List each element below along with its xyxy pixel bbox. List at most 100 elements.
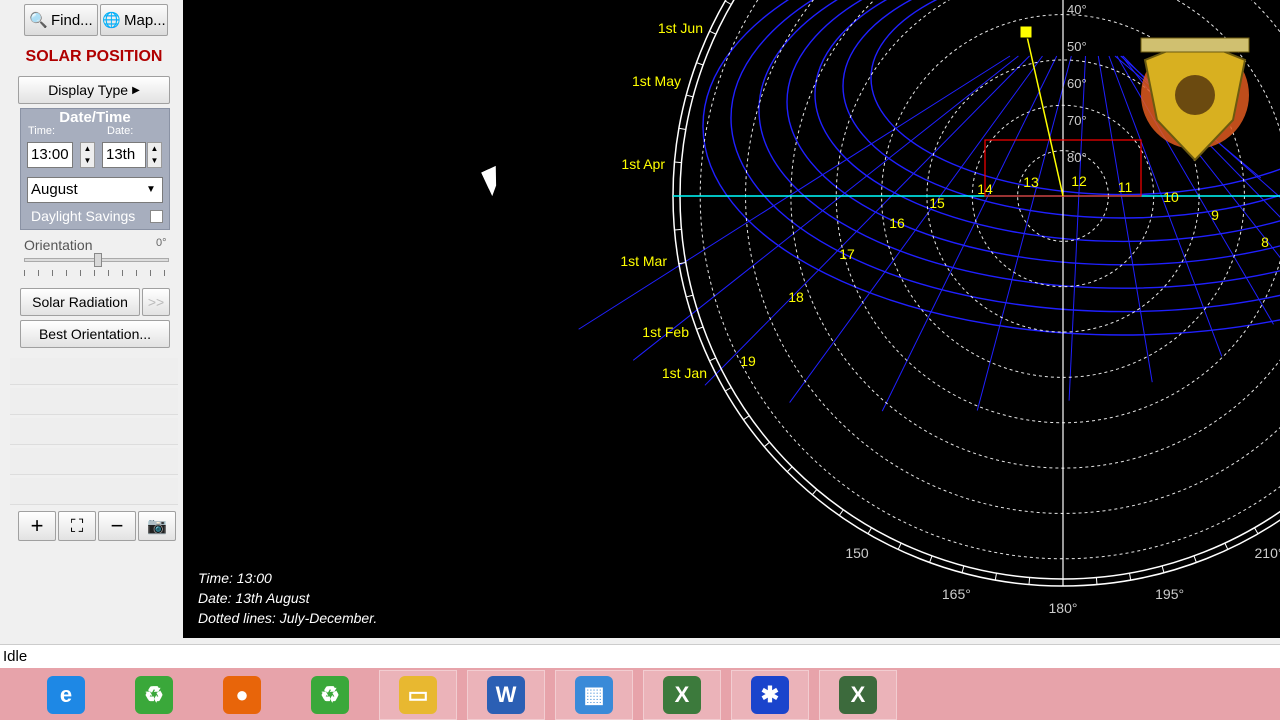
azimuth-tick — [725, 0, 732, 5]
hour-label: 13 — [1023, 174, 1039, 190]
slider-ticks — [24, 270, 169, 276]
fit-view-button[interactable]: ⛶ — [58, 511, 96, 541]
azimuth-tick — [674, 161, 682, 164]
sun-path-canvas[interactable]: 270°255°240°225°210°195°180°165°15028540… — [183, 0, 1280, 638]
collapsed-section[interactable] — [10, 448, 178, 475]
hour-line — [789, 55, 1043, 403]
arrow-down-icon[interactable]: ▼ — [148, 155, 161, 167]
azimuth-tick — [763, 441, 770, 448]
arrow-up-icon[interactable]: ▲ — [81, 143, 94, 155]
hour-line — [704, 55, 1030, 386]
hour-line — [881, 55, 1058, 412]
azimuth-tick — [686, 94, 694, 98]
hour-label: 9 — [1211, 207, 1219, 223]
plus-icon: + — [30, 513, 44, 538]
taskbar-button[interactable]: W — [467, 670, 545, 720]
zoom-in-button[interactable]: + — [18, 511, 56, 541]
orientation-slider[interactable] — [24, 253, 169, 267]
month-label: 1st Jan — [662, 365, 707, 381]
emblem-logo — [1140, 37, 1250, 162]
month-label: 1st Feb — [642, 324, 689, 340]
globe-icon: 🌐 — [102, 12, 121, 29]
azimuth-tick — [1161, 565, 1165, 573]
sun-path-diagram: 270°255°240°225°210°195°180°165°15028540… — [578, 0, 1280, 616]
altitude-label: 40° — [1067, 2, 1087, 17]
status-bar: Idle — [0, 644, 1280, 668]
azimuth-tick — [786, 466, 793, 473]
panel-title: SOLAR POSITION — [25, 48, 163, 65]
time-field[interactable]: 13:00 — [27, 142, 73, 168]
azimuth-tick — [929, 555, 933, 563]
status-text: Idle — [3, 648, 28, 665]
date-field[interactable]: 13th — [102, 142, 146, 168]
altitude-label: 70° — [1067, 113, 1087, 128]
left-panel: 🔍 Find... 🌐 Map... SOLAR POSITION Displa… — [0, 0, 183, 645]
recorder-icon: X — [839, 676, 877, 714]
map-app-icon: ✱ — [751, 676, 789, 714]
taskbar-button[interactable]: ♻ — [115, 670, 193, 720]
azimuth-tick — [709, 30, 717, 35]
collapsed-section[interactable] — [10, 478, 178, 505]
azimuth-tick — [678, 127, 686, 130]
month-select[interactable]: August ▼ — [27, 177, 163, 203]
month-label: 1st May — [632, 73, 681, 89]
month-label: 1st Jun — [658, 20, 703, 36]
firefox-icon: ● — [223, 676, 261, 714]
taskbar-button[interactable]: X — [819, 670, 897, 720]
time-stepper[interactable]: ▲ ▼ — [80, 142, 95, 168]
hour-label: 10 — [1163, 189, 1179, 205]
azimuth-tick — [725, 387, 732, 392]
azimuth-label: 150 — [845, 545, 869, 561]
sun-vector — [1025, 31, 1064, 197]
taskbar-button[interactable]: ● — [203, 670, 281, 720]
daylight-savings-checkbox[interactable] — [150, 210, 163, 223]
taskbar-button[interactable]: ♻ — [291, 670, 369, 720]
best-orientation-button[interactable]: Best Orientation... — [20, 320, 170, 348]
display-type-button[interactable]: Display Type ▶ — [18, 76, 170, 104]
arrow-down-icon[interactable]: ▼ — [81, 155, 94, 167]
azimuth-tick — [696, 62, 704, 66]
time-caption: Time: — [28, 125, 56, 137]
taskbar-button[interactable]: ▭ — [379, 670, 457, 720]
taskbar-button[interactable]: X — [643, 670, 721, 720]
taskbar-button[interactable]: ▦ — [555, 670, 633, 720]
more-button[interactable]: >> — [142, 288, 170, 316]
triangle-right-icon: ▶ — [132, 84, 140, 96]
collapsed-section[interactable] — [10, 418, 178, 445]
taskbar-button[interactable]: e — [27, 670, 105, 720]
hour-label: 17 — [839, 246, 855, 262]
fullscreen-icon: ⛶ — [70, 515, 84, 536]
find-button[interactable]: 🔍 Find... — [24, 4, 98, 36]
date-stepper[interactable]: ▲ ▼ — [147, 142, 162, 168]
top-toolbar: 🔍 Find... 🌐 Map... — [18, 0, 170, 40]
collapsed-section[interactable] — [10, 358, 178, 385]
find-button-label: Find... — [51, 11, 93, 29]
excel-icon: X — [663, 676, 701, 714]
chevron-down-icon[interactable]: ▼ — [142, 180, 160, 200]
month-value: August — [31, 181, 78, 198]
slider-thumb[interactable] — [93, 253, 102, 267]
hour-label: 11 — [1118, 179, 1133, 195]
taskbar: e ♻ ● ♻ ▭ W ▦ X ✱ X — [0, 668, 1280, 720]
map-button[interactable]: 🌐 Map... — [100, 4, 168, 36]
zoom-out-button[interactable]: − — [98, 511, 136, 541]
azimuth-tick — [696, 326, 704, 330]
screenshot-button[interactable]: 📷 — [138, 511, 176, 541]
orientation-label: Orientation — [24, 237, 93, 253]
hour-label: 15 — [929, 195, 945, 211]
date-caption: Date: — [107, 125, 134, 137]
arrow-up-icon[interactable]: ▲ — [148, 143, 161, 155]
azimuth-label: 210° — [1255, 545, 1280, 561]
solar-radiation-button[interactable]: Solar Radiation — [20, 288, 140, 316]
collapsed-section[interactable] — [10, 388, 178, 415]
azimuth-tick — [1224, 542, 1229, 550]
azimuth-tick — [897, 542, 902, 550]
azimuth-tick — [961, 565, 965, 573]
azimuth-label: 165° — [942, 586, 971, 602]
taskbar-button[interactable]: ✱ — [731, 670, 809, 720]
azimuth-tick — [743, 415, 750, 421]
daylight-savings-label: Daylight Savings — [31, 208, 136, 224]
hour-label: 18 — [788, 289, 804, 305]
app-green-icon-2: ♻ — [311, 676, 349, 714]
azimuth-tick — [811, 489, 818, 496]
